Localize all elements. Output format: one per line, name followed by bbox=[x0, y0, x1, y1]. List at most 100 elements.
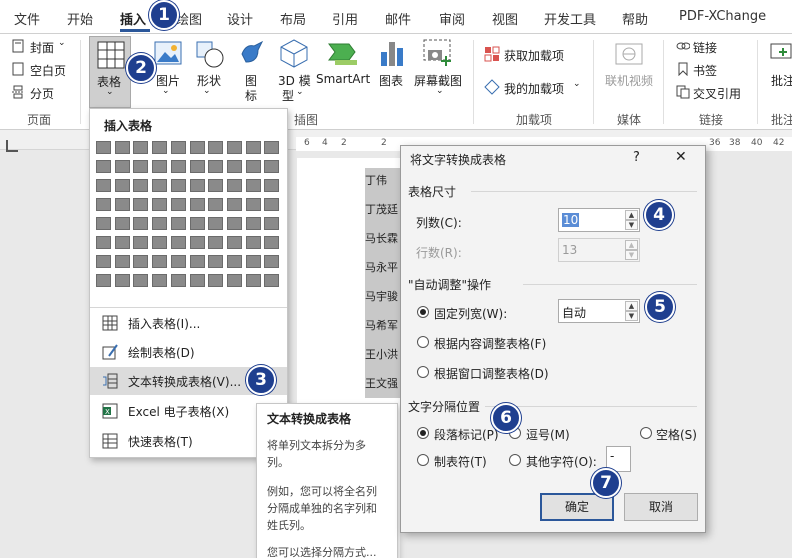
tab-mailings[interactable]: 邮件 bbox=[385, 9, 411, 28]
grid-cell[interactable] bbox=[133, 236, 149, 249]
cross-reference-button[interactable]: 交叉引用 bbox=[693, 85, 741, 102]
grid-cell[interactable] bbox=[152, 160, 168, 173]
grid-cell[interactable] bbox=[189, 255, 205, 268]
grid-cell[interactable] bbox=[245, 236, 261, 249]
tab-layout[interactable]: 布局 bbox=[280, 9, 306, 28]
bookmark-button[interactable]: 书签 bbox=[693, 62, 717, 79]
tab-help[interactable]: 帮助 bbox=[622, 9, 648, 28]
grid-cell[interactable] bbox=[152, 255, 168, 268]
grid-cell[interactable] bbox=[152, 179, 168, 192]
grid-cell[interactable] bbox=[245, 198, 261, 211]
grid-cell[interactable] bbox=[114, 179, 130, 192]
grid-cell[interactable] bbox=[264, 236, 280, 249]
grid-cell[interactable] bbox=[208, 160, 224, 173]
grid-cell[interactable] bbox=[208, 236, 224, 249]
grid-cell[interactable] bbox=[264, 255, 280, 268]
grid-cell[interactable] bbox=[208, 141, 224, 154]
cover-page-button[interactable]: 封面 bbox=[30, 39, 54, 56]
grid-cell[interactable] bbox=[170, 255, 186, 268]
grid-cell[interactable] bbox=[96, 255, 111, 268]
grid-cell[interactable] bbox=[96, 217, 111, 230]
my-addins-button[interactable]: 我的加载项 bbox=[504, 80, 564, 97]
blank-page-button[interactable]: 空白页 bbox=[30, 62, 66, 79]
columns-spinner[interactable]: 10 ▲ ▼ bbox=[558, 208, 640, 232]
grid-cell[interactable] bbox=[152, 141, 168, 154]
grid-cell[interactable] bbox=[170, 236, 186, 249]
grid-cell[interactable] bbox=[114, 217, 130, 230]
grid-cell[interactable] bbox=[114, 198, 130, 211]
radio-fixed-width[interactable] bbox=[417, 306, 429, 318]
online-video-button[interactable]: 联机视频 bbox=[605, 72, 653, 89]
grid-cell[interactable] bbox=[189, 274, 205, 287]
menu-draw-table[interactable]: 绘制表格(D) bbox=[90, 338, 287, 366]
chart-button[interactable]: 图表 bbox=[379, 72, 403, 89]
grid-cell[interactable] bbox=[264, 198, 280, 211]
radio-paragraph-mark[interactable] bbox=[417, 427, 429, 439]
tab-developer[interactable]: 开发工具 bbox=[544, 9, 596, 28]
help-button[interactable]: ? bbox=[633, 150, 640, 165]
spin-down-icon[interactable]: ▼ bbox=[625, 220, 638, 230]
grid-cell[interactable] bbox=[170, 217, 186, 230]
grid-cell[interactable] bbox=[189, 217, 205, 230]
grid-cell[interactable] bbox=[226, 141, 242, 154]
grid-cell[interactable] bbox=[208, 179, 224, 192]
grid-cell[interactable] bbox=[152, 236, 168, 249]
grid-cell[interactable] bbox=[189, 141, 205, 154]
grid-cell[interactable] bbox=[208, 255, 224, 268]
grid-cell[interactable] bbox=[189, 179, 205, 192]
close-button[interactable]: ✕ bbox=[675, 149, 687, 165]
tab-insert[interactable]: 插入 bbox=[120, 9, 146, 28]
spin-down-icon[interactable]: ▼ bbox=[625, 311, 638, 321]
grid-cell[interactable] bbox=[189, 160, 205, 173]
radio-autofit-content[interactable] bbox=[417, 336, 429, 348]
grid-cell[interactable] bbox=[96, 198, 111, 211]
grid-cell[interactable] bbox=[96, 160, 111, 173]
comment-button[interactable]: 批注 bbox=[771, 72, 792, 89]
tab-design[interactable]: 设计 bbox=[227, 9, 253, 28]
tab-view[interactable]: 视图 bbox=[492, 9, 518, 28]
tab-draw[interactable]: 绘图 bbox=[176, 9, 202, 28]
grid-cell[interactable] bbox=[133, 255, 149, 268]
smartart-button[interactable]: SmartArt bbox=[316, 72, 370, 86]
tab-stop-icon[interactable] bbox=[6, 140, 18, 152]
grid-cell[interactable] bbox=[189, 198, 205, 211]
grid-cell[interactable] bbox=[133, 198, 149, 211]
grid-cell[interactable] bbox=[170, 160, 186, 173]
radio-other-char[interactable] bbox=[509, 454, 521, 466]
cancel-button[interactable]: 取消 bbox=[624, 493, 698, 521]
page-break-button[interactable]: 分页 bbox=[30, 85, 54, 102]
grid-cell[interactable] bbox=[226, 236, 242, 249]
grid-cell[interactable] bbox=[264, 160, 280, 173]
grid-cell[interactable] bbox=[226, 160, 242, 173]
grid-cell[interactable] bbox=[152, 198, 168, 211]
grid-cell[interactable] bbox=[264, 179, 280, 192]
link-button[interactable]: 链接 bbox=[693, 39, 717, 56]
grid-cell[interactable] bbox=[245, 179, 261, 192]
grid-cell[interactable] bbox=[96, 236, 111, 249]
table-size-grid[interactable] bbox=[96, 141, 282, 291]
grid-cell[interactable] bbox=[114, 236, 130, 249]
radio-tab[interactable] bbox=[417, 454, 429, 466]
grid-cell[interactable] bbox=[226, 198, 242, 211]
fixed-width-spinner[interactable]: 自动 ▲ ▼ bbox=[558, 299, 640, 323]
grid-cell[interactable] bbox=[96, 179, 111, 192]
grid-cell[interactable] bbox=[264, 217, 280, 230]
radio-autofit-window[interactable] bbox=[417, 366, 429, 378]
grid-cell[interactable] bbox=[189, 236, 205, 249]
get-addins-button[interactable]: 获取加载项 bbox=[504, 47, 564, 64]
grid-cell[interactable] bbox=[208, 217, 224, 230]
grid-cell[interactable] bbox=[264, 141, 280, 154]
grid-cell[interactable] bbox=[170, 179, 186, 192]
tab-references[interactable]: 引用 bbox=[332, 9, 358, 28]
tab-review[interactable]: 审阅 bbox=[439, 9, 465, 28]
grid-cell[interactable] bbox=[96, 141, 111, 154]
grid-cell[interactable] bbox=[226, 274, 242, 287]
grid-cell[interactable] bbox=[245, 141, 261, 154]
grid-cell[interactable] bbox=[114, 255, 130, 268]
grid-cell[interactable] bbox=[264, 274, 280, 287]
grid-cell[interactable] bbox=[96, 274, 111, 287]
grid-cell[interactable] bbox=[170, 141, 186, 154]
grid-cell[interactable] bbox=[133, 274, 149, 287]
grid-cell[interactable] bbox=[245, 217, 261, 230]
grid-cell[interactable] bbox=[114, 160, 130, 173]
